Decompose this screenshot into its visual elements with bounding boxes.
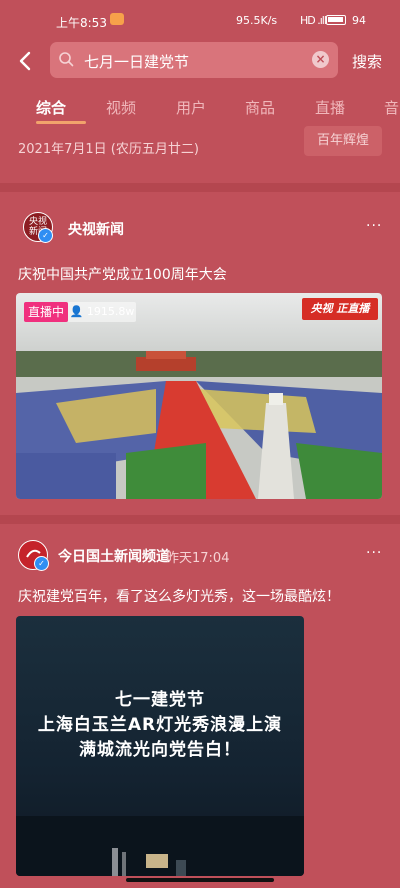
- more-icon[interactable]: ···: [366, 218, 382, 234]
- clear-icon[interactable]: ×: [312, 51, 329, 68]
- status-time: 上午8:53: [56, 16, 107, 30]
- tab-goods[interactable]: 商品: [245, 97, 275, 118]
- square-scene-image: [16, 293, 382, 499]
- live-badge: 直播中: [24, 302, 68, 322]
- signal-icon: HD .ıll: [300, 14, 327, 27]
- network-speed: 95.5K/s: [236, 14, 278, 27]
- verify-icon: ✓: [38, 228, 53, 243]
- video-caption-line: 满城流光向党告白！: [79, 740, 241, 760]
- topic-chip[interactable]: 百年辉煌: [304, 126, 382, 156]
- tab-video[interactable]: 视频: [106, 97, 136, 118]
- channel-logo: 央视 正直播: [302, 298, 378, 320]
- tab-comprehensive[interactable]: 综合: [36, 97, 66, 118]
- screen-record-icon: [110, 13, 124, 25]
- battery-percent: 94: [352, 14, 366, 27]
- video-caption-line: 上海白玉兰AR灯光秀浪漫上演: [37, 715, 283, 735]
- live-video-thumbnail[interactable]: [16, 293, 382, 499]
- status-bar: 上午8:53 95.5K/s HD .ıll 94: [0, 0, 400, 40]
- author-name[interactable]: 今日国土新闻频道: [58, 546, 170, 566]
- post-title[interactable]: 庆祝中国共产党成立100周年大会: [18, 264, 227, 284]
- viewer-icon: 👤: [69, 305, 84, 318]
- search-query[interactable]: 七月一日建党节: [84, 51, 189, 72]
- tab-live[interactable]: 直播: [315, 97, 345, 118]
- post-time: 昨天17:04: [166, 551, 230, 566]
- author-name[interactable]: 央视新闻: [68, 219, 124, 239]
- divider: [0, 183, 400, 192]
- post-title[interactable]: 庆祝建党百年，看了这么多灯光秀，这一场最酷炫！: [18, 586, 340, 606]
- video-caption-line: 七一建党节: [115, 690, 205, 710]
- verify-icon: ✓: [34, 556, 49, 571]
- active-tab-indicator: [36, 121, 86, 124]
- back-arrow-icon[interactable]: [10, 46, 40, 76]
- more-icon[interactable]: ···: [366, 545, 382, 561]
- battery-icon: [326, 15, 346, 25]
- tab-music[interactable]: 音: [384, 97, 399, 118]
- tab-users[interactable]: 用户: [176, 97, 206, 118]
- viewer-count: 👤 1915.8w: [68, 302, 136, 322]
- viewer-count-value: 1915.8w: [86, 305, 135, 318]
- date-info: 2021年7月1日 (农历五月廿二): [18, 142, 199, 157]
- search-button[interactable]: 搜索: [352, 51, 382, 72]
- divider: [0, 515, 400, 524]
- home-indicator[interactable]: [126, 878, 274, 882]
- search-icon: [58, 51, 74, 67]
